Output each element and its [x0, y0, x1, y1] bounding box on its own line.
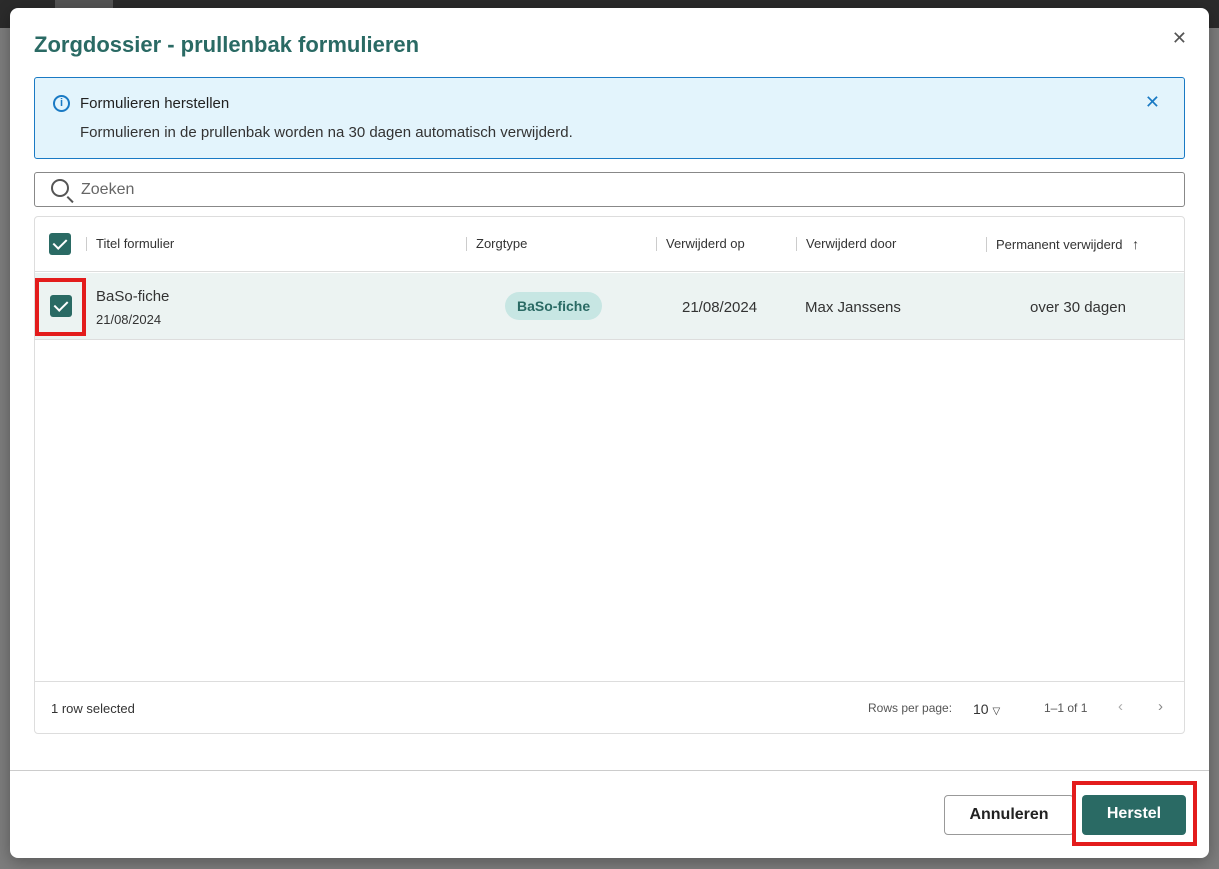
highlight-row-checkbox	[35, 278, 86, 336]
info-icon: i	[53, 95, 70, 112]
table-header: Titel formulier Zorgtype Verwijderd op V…	[35, 217, 1184, 272]
column-zorgtype[interactable]: Zorgtype	[466, 237, 527, 251]
page-range: 1–1 of 1	[1044, 701, 1088, 715]
column-verwijderd-door[interactable]: Verwijderd door	[796, 237, 896, 251]
highlight-restore-button	[1072, 781, 1197, 846]
prev-page-icon[interactable]: ‹	[1118, 698, 1123, 715]
form-title: BaSo-fiche	[96, 288, 170, 305]
zorgtype-badge: BaSo-fiche	[505, 292, 603, 320]
info-body: Formulieren in de prullenbak worden na 3…	[80, 124, 573, 141]
column-verwijderd-op[interactable]: Verwijderd op	[656, 237, 745, 251]
rows-per-page-label: Rows per page:	[868, 701, 953, 715]
forms-table: Titel formulier Zorgtype Verwijderd op V…	[34, 216, 1185, 734]
next-page-icon[interactable]: ›	[1158, 698, 1163, 715]
sort-ascending-icon[interactable]: ↑	[1132, 236, 1139, 252]
table-pagination: 1 row selected Rows per page: 10 ▽ 1–1 o…	[35, 681, 1184, 734]
footer-divider	[10, 770, 1209, 771]
close-icon[interactable]: ✕	[1172, 28, 1187, 49]
trash-dialog: Zorgdossier - prullenbak formulieren ✕ i…	[10, 8, 1209, 858]
dialog-title: Zorgdossier - prullenbak formulieren	[34, 32, 420, 57]
rows-per-page-select[interactable]: 10 ▽	[973, 701, 1000, 717]
cancel-button[interactable]: Annuleren	[944, 795, 1074, 835]
search-icon	[51, 179, 69, 197]
search-input[interactable]	[81, 179, 1171, 201]
column-permanent-label: Permanent verwijderd	[996, 237, 1123, 252]
deleted-by: Max Janssens	[805, 299, 901, 316]
alert-close-icon[interactable]: ✕	[1145, 92, 1160, 113]
column-permanent[interactable]: Permanent verwijderd ↑	[986, 237, 1139, 252]
background-tab	[55, 0, 113, 8]
selected-count: 1 row selected	[51, 701, 135, 716]
info-alert: i Formulieren herstellen Formulieren in …	[34, 77, 1185, 159]
form-date: 21/08/2024	[96, 312, 162, 327]
table-row[interactable]: BaSo-fiche 21/08/2024 BaSo-fiche 21/08/2…	[35, 273, 1184, 340]
rows-per-page-value: 10	[973, 701, 989, 717]
deleted-on: 21/08/2024	[682, 299, 758, 316]
column-title[interactable]: Titel formulier	[86, 237, 174, 251]
chevron-down-icon: ▽	[992, 706, 1001, 717]
permanent-deletion: over 30 dagen	[1030, 299, 1126, 316]
select-all-checkbox[interactable]	[49, 233, 71, 255]
search-field	[34, 172, 1185, 207]
info-title: Formulieren herstellen	[80, 95, 230, 112]
